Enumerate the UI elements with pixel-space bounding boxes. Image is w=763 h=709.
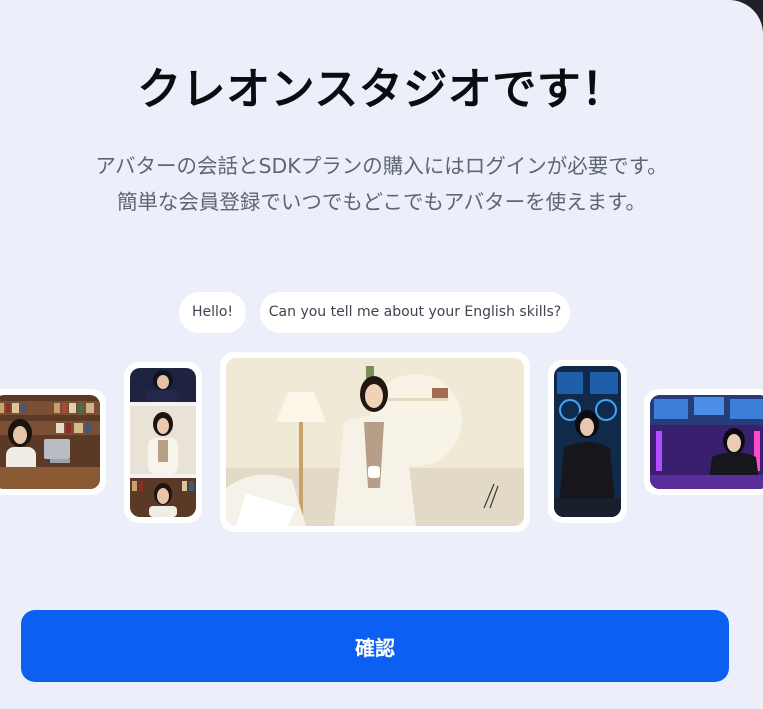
avatar-image-library	[0, 395, 100, 489]
avatar-card-phone-stack	[124, 362, 202, 523]
confirm-button[interactable]: 確認	[21, 610, 729, 682]
avatar-image-phone-stack	[130, 368, 196, 517]
avatar-card-gaming-room	[644, 389, 763, 495]
login-dialog: クレオンスタジオです！ アバターの会話とSDKプランの購入にはログインが必要です…	[0, 0, 763, 709]
avatar-image-gaming-phone	[554, 366, 621, 517]
avatar-image-gaming-room	[650, 395, 763, 489]
dialog-title: クレオンスタジオです！	[137, 64, 626, 115]
dialog-subtitle-line2: 簡単な会員登録でいつでもどこでもアバターを使えます。	[116, 190, 647, 214]
avatar-card-library	[0, 389, 106, 495]
chat-bubble-hello: Hello!	[179, 292, 246, 333]
avatar-image-living-room	[226, 358, 524, 526]
chat-bubble-question: Can you tell me about your English skill…	[260, 292, 570, 333]
dialog-subtitle-line1: アバターの会話とSDKプランの購入にはログインが必要です。	[95, 154, 668, 178]
avatar-card-living-room	[220, 352, 530, 532]
avatar-card-gaming-phone	[548, 360, 627, 523]
